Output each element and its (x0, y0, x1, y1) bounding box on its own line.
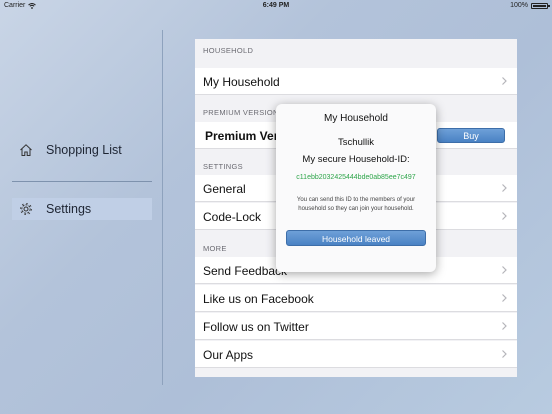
row-label: Send Feedback (203, 264, 288, 278)
household-hint-text: You can send this ID to the members of y… (296, 197, 416, 212)
row-label: Follow us on Twitter (203, 320, 309, 334)
split-divider (162, 30, 163, 385)
status-right: 100% (510, 2, 550, 9)
row-follow-twitter[interactable]: Follow us on Twitter (195, 313, 517, 340)
row-my-household[interactable]: My Household (195, 68, 517, 95)
chevron-right-icon (502, 350, 507, 358)
chevron-right-icon (502, 184, 507, 192)
row-label: Our Apps (203, 348, 254, 362)
home-icon (18, 142, 34, 158)
row-label: My Household (203, 75, 280, 89)
chevron-right-icon (502, 212, 507, 220)
gear-icon (18, 201, 34, 217)
household-id-label: My secure Household-ID: (302, 154, 410, 165)
chevron-right-icon (502, 322, 507, 330)
sidebar-divider (12, 181, 152, 182)
chevron-right-icon (502, 266, 507, 274)
status-bar: Carrier 6:49 PM 100% (0, 0, 552, 12)
row-like-facebook[interactable]: Like us on Facebook (195, 285, 517, 312)
sidebar-item-settings[interactable]: Settings (12, 198, 152, 220)
battery-icon (531, 2, 550, 9)
sidebar-item-label: Settings (46, 202, 92, 216)
row-label: Like us on Facebook (203, 292, 314, 306)
section-header-household: HOUSEHOLD (203, 46, 254, 55)
status-time: 6:49 PM (262, 2, 290, 9)
row-label: General (203, 182, 246, 196)
household-popover: My Household Tschullik My secure Househo… (276, 104, 436, 272)
row-our-apps[interactable]: Our Apps (195, 341, 517, 368)
buy-button[interactable]: Buy (437, 128, 505, 143)
sidebar-item-label: Shopping List (46, 143, 122, 157)
sidebar-item-shopping-list[interactable]: Shopping List (12, 139, 152, 161)
row-label: Code-Lock (203, 210, 262, 224)
household-leave-button[interactable]: Household leaved (286, 230, 426, 246)
chevron-right-icon (502, 294, 507, 302)
household-name: Tschullik (338, 137, 374, 148)
household-id-value[interactable]: c11ebb2032425444bde0ab85ee7c497 (276, 174, 436, 181)
popover-title: My Household (324, 113, 388, 124)
chevron-right-icon (502, 77, 507, 85)
battery-percent: 100% (510, 2, 528, 9)
